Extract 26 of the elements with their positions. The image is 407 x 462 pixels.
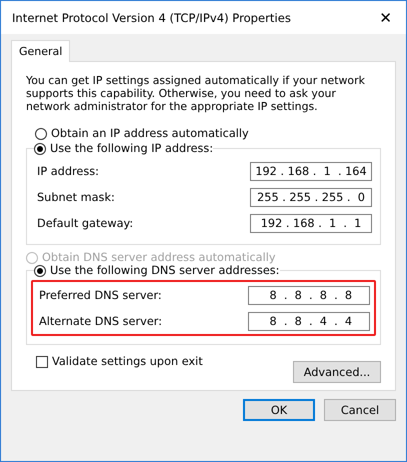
tab[interactable]: General	[11, 40, 70, 62]
checkbox-label: Validate settings upon exit	[52, 355, 203, 368]
ip-address-field[interactable]: 8 . 8 . 4 . 4	[248, 312, 370, 330]
radio-label: Obtain DNS server address automatically	[42, 251, 276, 264]
field-label: Preferred DNS server:	[39, 288, 162, 302]
radio-button[interactable]	[34, 264, 46, 276]
ip-address-field[interactable]: 192 . 168 . 1 . 1	[250, 214, 372, 232]
field-label: IP address:	[37, 164, 99, 178]
radio-button[interactable]	[34, 142, 46, 154]
ok-button[interactable]: OK	[243, 399, 315, 421]
ip-address-field[interactable]: 192 . 168 . 1 . 164	[250, 162, 372, 180]
ip-address-field[interactable]: 255 . 255 . 255 . 0	[250, 188, 372, 206]
window-title: Internet Protocol Version 4 (TCP/IPv4) Properties	[12, 10, 291, 24]
radio-label: Use the following DNS server addresses:	[50, 264, 280, 277]
radio-label: Obtain an IP address automatically	[51, 127, 249, 140]
intro-text: You can get IP settings assigned automatically if your network supports this capability. Otherwise, you need to ask your network administrator for the appropriate IP settings.	[26, 74, 366, 113]
checkbox[interactable]	[36, 356, 48, 368]
radio-button[interactable]	[35, 128, 47, 140]
advanced-button[interactable]: Advanced...	[293, 361, 381, 383]
close-button[interactable]: ✕	[371, 8, 400, 26]
field-label: Subnet mask:	[37, 190, 115, 204]
field-label: Default gateway:	[37, 216, 134, 230]
radio-label: Use the following IP address:	[50, 142, 214, 155]
ip-address-field[interactable]: 8 . 8 . 8 . 8	[248, 286, 370, 304]
cancel-button[interactable]: Cancel	[324, 399, 396, 421]
field-label: Alternate DNS server:	[39, 314, 162, 328]
